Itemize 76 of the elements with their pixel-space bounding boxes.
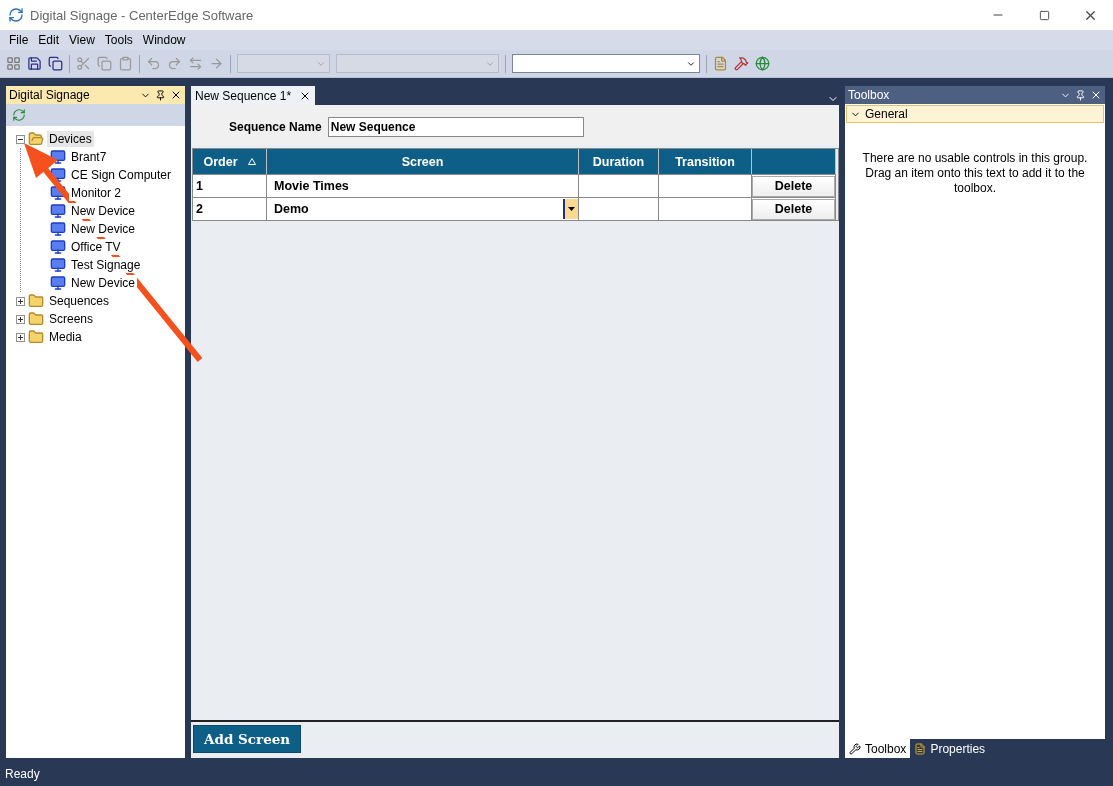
column-header[interactable]: Transition [659,149,752,174]
monitor-icon [50,275,66,291]
table-cell: 1 [193,174,267,197]
column-header[interactable]: Duration [579,149,659,174]
tree-item[interactable]: Sequences [47,293,112,309]
tree-item[interactable]: New Device [69,203,138,219]
refresh-icon[interactable] [12,108,26,122]
tree-item[interactable]: Monitor 2 [69,185,124,201]
menu-item[interactable]: File [4,33,34,47]
expand-icon[interactable] [16,314,25,324]
dropdown[interactable] [512,54,700,73]
field-label: Sequence Name [229,120,322,134]
save-icon[interactable] [27,56,42,71]
monitor-icon [50,257,66,273]
column-header[interactable]: Order [193,149,267,174]
monitor-icon [50,185,66,201]
undo-icon[interactable] [146,56,161,71]
maximize-icon [1038,9,1050,21]
folder-icon [28,293,44,309]
close-icon[interactable] [170,89,182,101]
tree-item[interactable]: New Device [69,275,138,291]
panel-tab[interactable]: Properties [910,739,990,758]
table-cell: Movie Times [267,174,579,197]
input-field[interactable]: New Sequence [327,117,584,137]
menu-item[interactable]: Tools [99,33,138,47]
pin-icon[interactable] [1075,89,1086,101]
menu-item[interactable]: Window [137,33,191,47]
monitor-icon [50,203,66,219]
column-header[interactable]: Screen [267,149,579,174]
document-tab[interactable]: New Sequence 1* [191,86,316,105]
table-cell: 2 [193,197,267,220]
app-logo-icon [8,7,24,23]
add-screen-button[interactable]: Add Screen [193,725,302,753]
monitor-icon [50,221,66,237]
tools-icon[interactable] [734,56,749,71]
arrows-icon[interactable] [188,56,203,71]
panel-tab[interactable]: Toolbox [845,739,911,758]
window-title: Digital Signage - CenterEdge Software [30,7,255,23]
menu-item[interactable]: View [64,33,100,47]
pin-icon[interactable] [155,89,166,101]
tree-item[interactable]: New Device [69,221,138,237]
group-label: General [865,107,908,121]
copy-icon[interactable] [97,56,112,71]
monitor-icon [50,167,66,183]
close-icon[interactable] [1090,89,1102,101]
tools-icon [849,742,861,755]
monitor-icon [50,239,66,255]
menu-item[interactable]: Edit [33,33,65,47]
document-icon[interactable] [713,56,728,71]
document-icon [914,742,927,755]
open-folder-icon [28,131,44,147]
tree-item[interactable]: CE Sign Computer [69,167,174,183]
folder-icon [28,329,44,345]
collapse-icon[interactable] [16,134,25,144]
globe-icon[interactable] [755,56,770,71]
expand-icon[interactable] [16,296,25,306]
delete-button[interactable]: Delete [752,198,835,220]
empty-message: There are no usable controls in this group. Drag an item onto this text to add it to the toolbox. [861,151,1089,196]
status-text: Ready [4,766,41,783]
tree-item[interactable]: Office TV [69,239,123,255]
save-all-icon[interactable] [48,56,63,71]
caret-icon [568,207,575,211]
expand-icon[interactable] [16,332,25,342]
dropdown[interactable]: Demo [267,197,579,220]
panel-title: Toolbox [848,88,891,102]
grid-icon[interactable] [6,56,21,71]
delete-button[interactable]: Delete [752,175,835,197]
tree-item[interactable]: Devices [47,131,94,147]
tree-item[interactable]: Test Signage [69,257,143,273]
cut-icon[interactable] [76,56,91,71]
arrow-right-icon[interactable] [209,56,224,71]
paste-icon[interactable] [118,56,133,71]
panel-title: Digital Signage [9,88,91,102]
group-header[interactable]: General [846,105,1104,123]
redo-icon[interactable] [167,56,182,71]
folder-icon [28,311,44,327]
